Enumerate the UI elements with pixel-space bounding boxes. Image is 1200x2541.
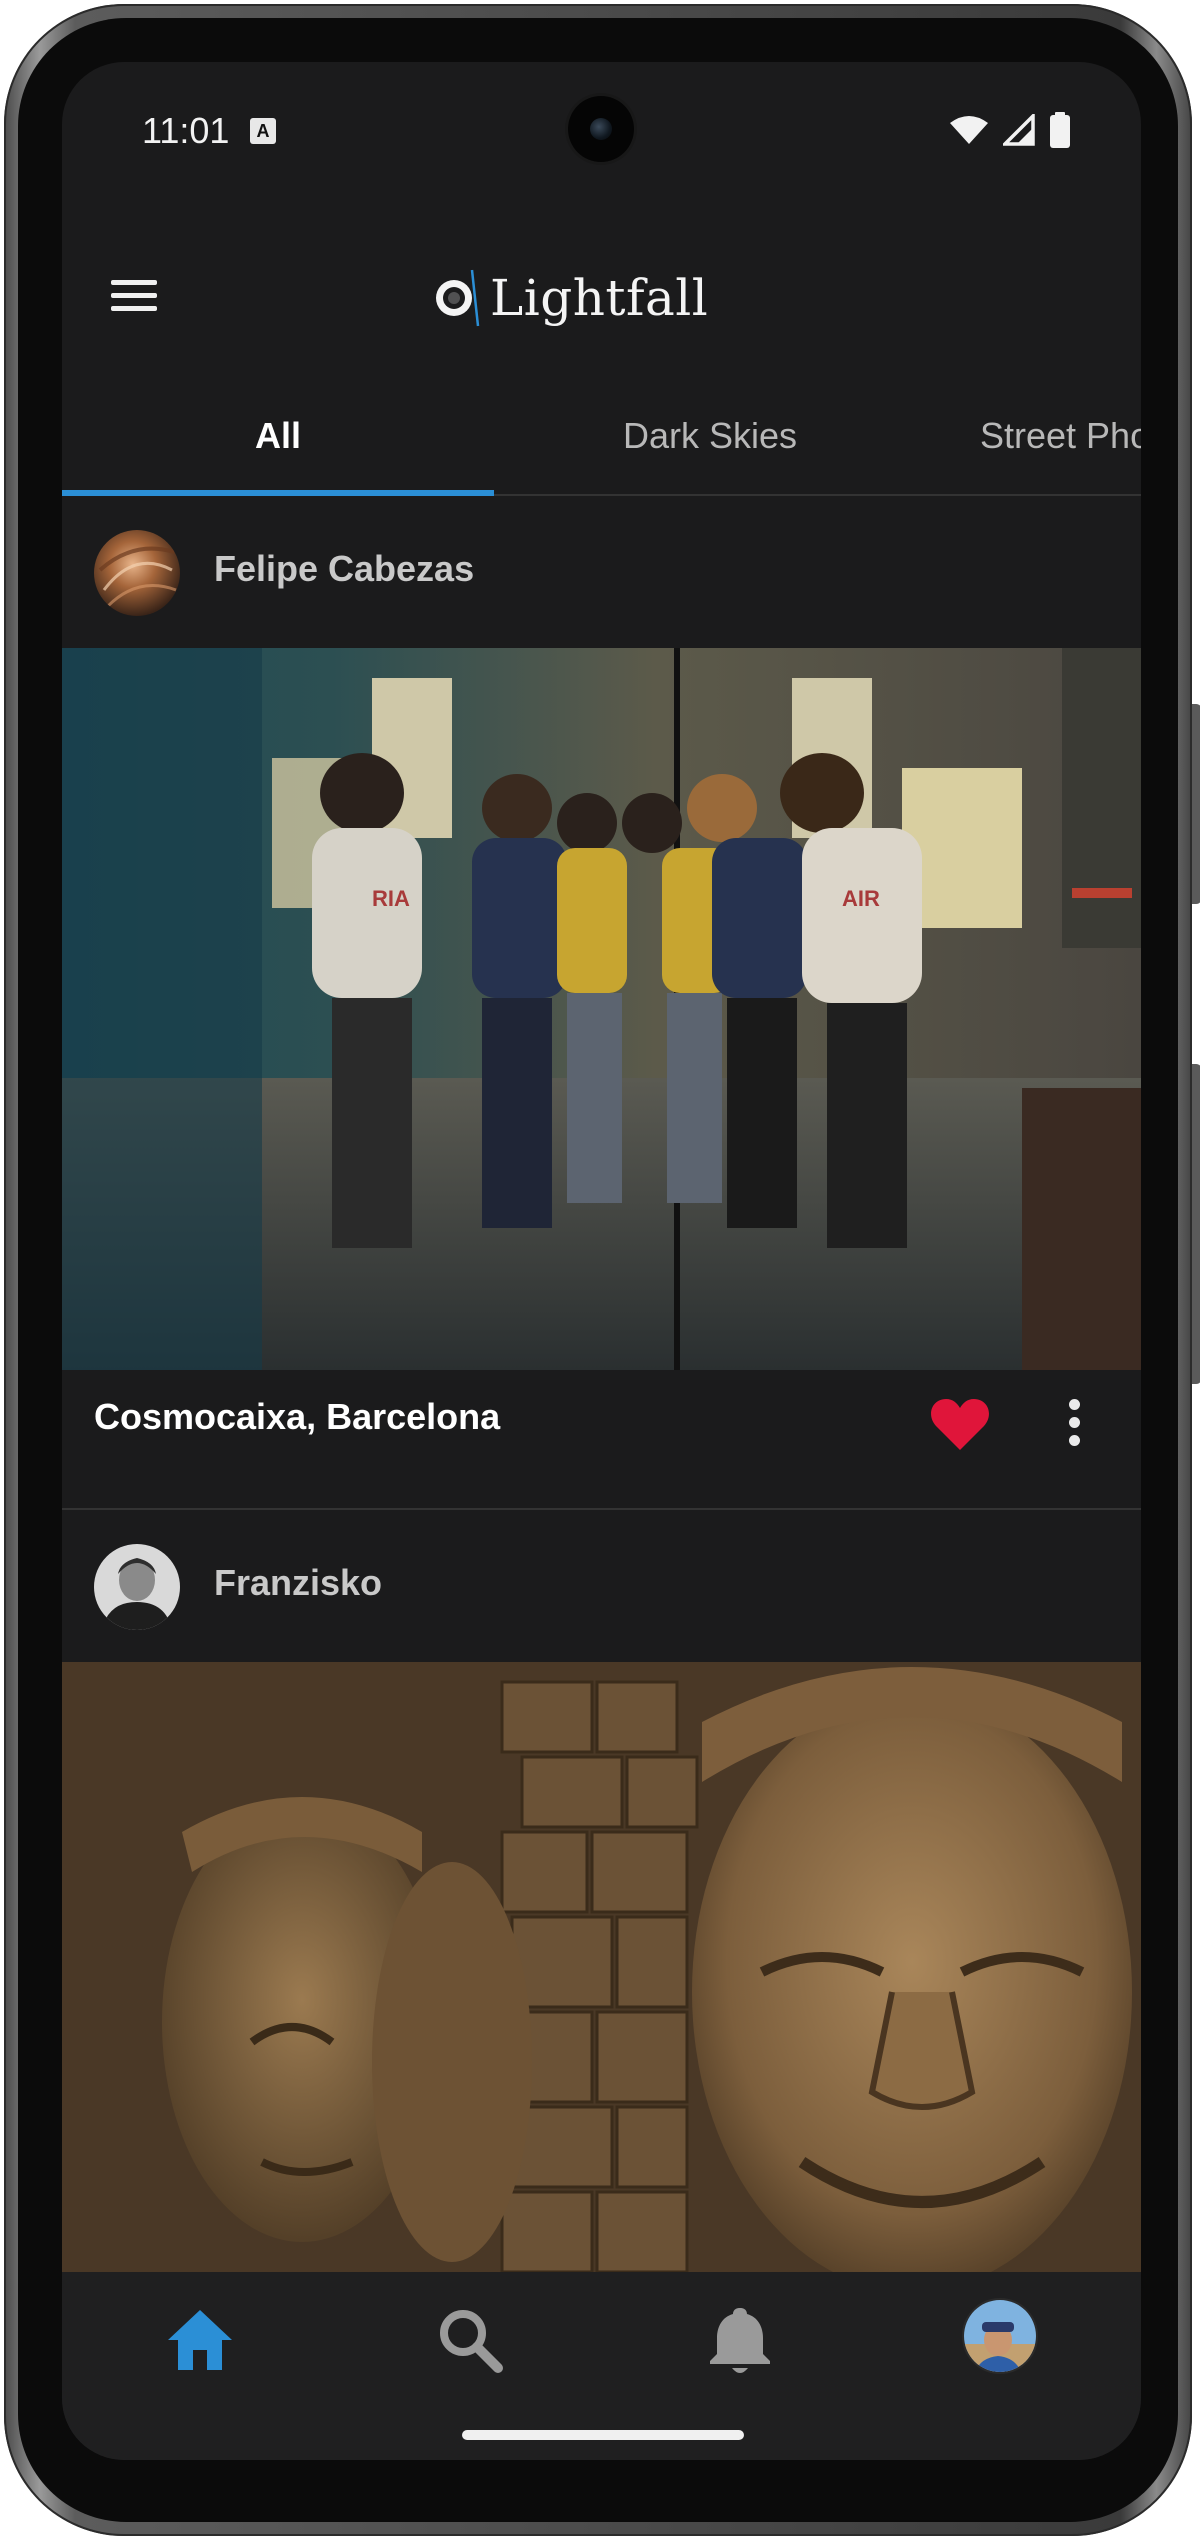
tab-street-photography[interactable]: Street Pho [980,378,1141,494]
bell-icon[interactable] [700,2300,780,2380]
bottom-navigation [62,2272,1141,2460]
avatar[interactable] [94,1544,180,1630]
museum-mirror-kids-photo[interactable]: RIA AIR [62,648,1141,1370]
search-icon[interactable] [430,2300,510,2380]
status-bar: 11:01 A [62,62,1141,202]
category-tabs: All Dark Skies Street Pho [62,378,1141,496]
post-card: Felipe Cabezas RIA AIR Cosmocaixa, Barce… [62,498,1141,1510]
menu-icon[interactable] [104,272,164,322]
avatar[interactable] [94,530,180,616]
post-header: Felipe Cabezas [62,498,1141,648]
tab-indicator [62,490,494,496]
svg-text:RIA: RIA [372,886,410,911]
a-badge-icon: A [250,118,276,144]
front-camera-icon [568,96,634,162]
profile-avatar[interactable] [962,2298,1038,2374]
signal-icon [1003,114,1035,146]
svg-text:AIR: AIR [842,886,880,911]
phone-frame: 11:01 A Lightfall All Dark Skies Street … [4,4,1200,2536]
post-author[interactable]: Felipe Cabezas [214,548,474,590]
tab-dark-skies[interactable]: Dark Skies [494,378,926,494]
more-options-icon[interactable] [1062,1394,1086,1454]
home-icon[interactable] [160,2300,240,2380]
tab-all[interactable]: All [62,378,494,494]
brand-name: Lightfall [490,269,709,327]
volume-button [1192,1064,1200,1384]
app-bar: Lightfall [62,242,1141,342]
post-caption: Cosmocaixa, Barcelona [94,1396,501,1437]
brand: Lightfall [434,268,708,328]
status-icons [949,112,1071,148]
post-author[interactable]: Franzisko [214,1562,382,1604]
post-footer: Cosmocaixa, Barcelona [62,1370,1141,1510]
battery-icon [1050,112,1070,148]
heart-icon[interactable] [930,1396,990,1452]
app-screen: 11:01 A Lightfall All Dark Skies Street … [62,62,1141,2460]
post-header: Franzisko [62,1512,1141,1662]
status-time: 11:01 [142,110,230,151]
stone-faces-sculpture-photo[interactable] [62,1662,1141,2272]
post-card: Franzisko [62,1512,1141,2272]
power-button [1192,704,1200,904]
wifi-icon [950,116,988,144]
lightfall-logo-icon [436,269,480,327]
gesture-bar[interactable] [462,2430,744,2440]
